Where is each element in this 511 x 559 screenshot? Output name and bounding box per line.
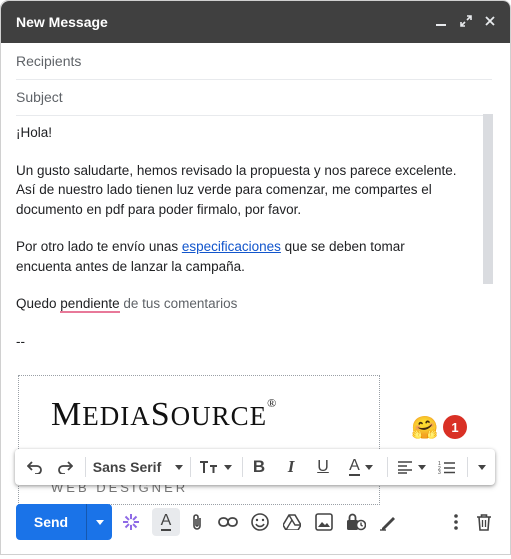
drive-icon[interactable] bbox=[281, 511, 303, 533]
align-left-icon bbox=[397, 461, 412, 474]
toolbar-divider bbox=[242, 457, 243, 477]
redo-icon[interactable] bbox=[53, 456, 77, 478]
mediasource-logo: MEDIASOURCE® bbox=[51, 396, 278, 433]
chevron-down-icon bbox=[364, 464, 373, 470]
underline-icon[interactable]: U bbox=[311, 456, 335, 478]
toolbar-divider bbox=[85, 457, 86, 477]
attach-icon[interactable] bbox=[186, 511, 208, 533]
chevron-down-icon bbox=[223, 464, 232, 470]
send-button[interactable]: Send bbox=[16, 504, 112, 540]
confidential-mode-icon[interactable] bbox=[345, 511, 367, 533]
expand-icon[interactable] bbox=[456, 11, 476, 31]
undo-icon[interactable] bbox=[23, 456, 47, 478]
signature-separator: -- bbox=[16, 333, 25, 349]
toolbar-divider bbox=[467, 457, 468, 477]
send-options-chevron-icon[interactable] bbox=[87, 504, 112, 540]
font-size-select[interactable] bbox=[197, 456, 233, 478]
subject-field[interactable]: Subject bbox=[16, 79, 492, 116]
chevron-down-icon bbox=[417, 464, 426, 470]
svg-text:3: 3 bbox=[438, 470, 441, 474]
text-color-icon: A bbox=[349, 457, 360, 476]
formatting-toolbar: Sans Serif B I U A 123 bbox=[15, 449, 495, 485]
align-select[interactable] bbox=[393, 456, 429, 478]
font-family-select[interactable]: Sans Serif bbox=[91, 456, 185, 478]
signature-pen-icon[interactable] bbox=[377, 511, 399, 533]
body-line: documento en pdf para poder firmalo, por… bbox=[16, 201, 302, 217]
toolbar-divider bbox=[387, 457, 388, 477]
message-body[interactable]: ¡Hola! Un gusto saludarte, hemos revisad… bbox=[16, 123, 476, 351]
greeting-text: ¡Hola! bbox=[16, 125, 53, 140]
body-line: Un gusto saludarte, hemos revisado la pr… bbox=[16, 162, 457, 178]
more-options-icon[interactable] bbox=[445, 511, 467, 533]
recipients-placeholder: Recipients bbox=[16, 53, 82, 69]
bold-icon[interactable]: B bbox=[247, 456, 271, 478]
compose-window: New Message Recipients Subject ¡Hola! Un… bbox=[0, 0, 511, 555]
misspelled-word[interactable]: pendiente bbox=[60, 296, 120, 313]
body-line: Así de nuestro lado tienen luz verde par… bbox=[16, 182, 432, 197]
body-line: Por otro lado te envío unas especificaci… bbox=[16, 239, 405, 254]
recipients-field[interactable]: Recipients bbox=[16, 43, 492, 80]
numbered-list-icon[interactable]: 123 bbox=[435, 456, 459, 478]
compose-actions: Send A bbox=[1, 501, 510, 543]
ai-sparkle-icon[interactable] bbox=[120, 511, 142, 533]
formatting-options-icon[interactable]: A bbox=[152, 508, 180, 536]
scrollbar[interactable] bbox=[483, 114, 493, 284]
more-formatting-chevron-icon[interactable] bbox=[472, 456, 492, 478]
discard-draft-icon[interactable] bbox=[473, 511, 495, 533]
chevron-down-icon bbox=[175, 464, 184, 470]
emoji-icon[interactable] bbox=[249, 511, 271, 533]
compose-titlebar[interactable]: New Message bbox=[1, 1, 510, 43]
closing-line: Quedo pendiente de tus comentarios bbox=[16, 296, 238, 313]
hugging-face-icon[interactable]: 🤗 bbox=[411, 415, 438, 441]
send-label: Send bbox=[33, 514, 69, 530]
close-icon[interactable] bbox=[480, 11, 500, 31]
compose-title: New Message bbox=[16, 14, 108, 30]
specifications-link[interactable]: especificaciones bbox=[182, 239, 281, 254]
italic-icon[interactable]: I bbox=[279, 456, 303, 478]
text-size-icon bbox=[199, 461, 217, 473]
text-color-select[interactable]: A bbox=[343, 456, 379, 478]
photo-icon[interactable] bbox=[313, 511, 335, 533]
body-line: encuenta antes de lanzar la campaña. bbox=[16, 258, 245, 274]
minimize-icon[interactable] bbox=[431, 11, 451, 31]
link-icon[interactable] bbox=[217, 511, 239, 533]
subject-placeholder: Subject bbox=[16, 89, 63, 105]
notification-badge[interactable]: 1 bbox=[443, 415, 467, 439]
signature-image[interactable]: MEDIASOURCE® WEB DESIGNER bbox=[18, 375, 380, 505]
toolbar-divider bbox=[190, 457, 191, 477]
